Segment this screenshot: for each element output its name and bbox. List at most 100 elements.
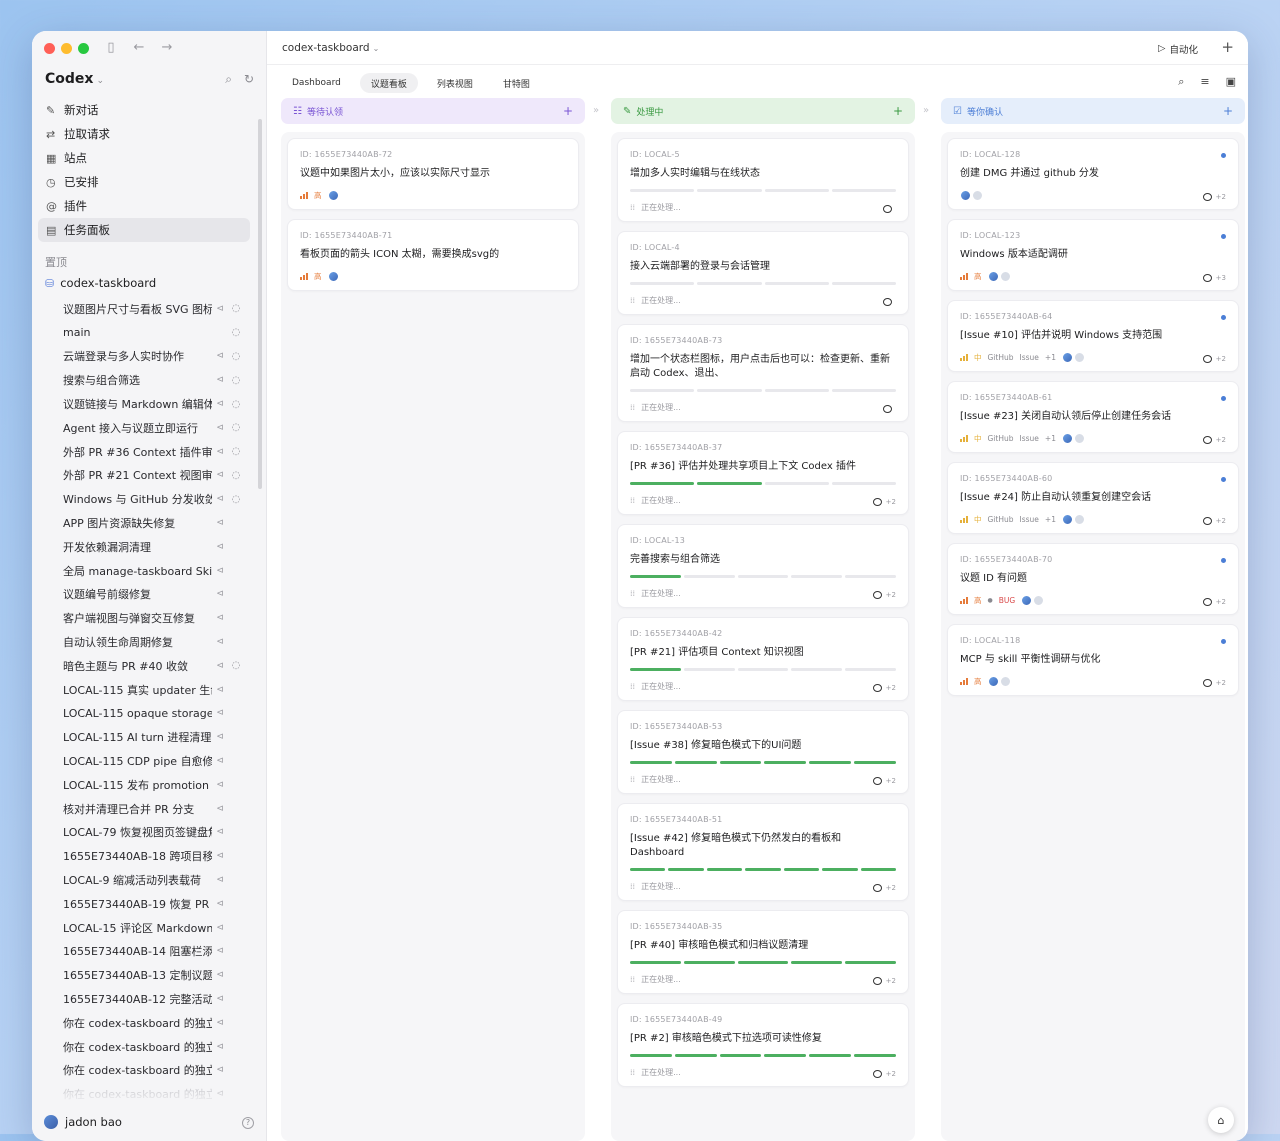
share-icon: ⊲	[216, 1041, 224, 1052]
thread-item[interactable]: Agent 接入与议题立即运行 ⊲ ◌	[38, 416, 250, 440]
minimize-window-button[interactable]	[61, 43, 72, 54]
repo-selector[interactable]: codex-taskboard ⌄	[282, 42, 379, 54]
sidebar-item-at[interactable]: @ 插件	[38, 194, 250, 218]
task-card[interactable]: ID: 1655E73440AB-37 [PR #36] 评估并处理共享项目上下文…	[617, 431, 909, 515]
project-item[interactable]: ⛁ codex-taskboard	[45, 276, 156, 290]
thread-item[interactable]: 自动认领生命周期修复 ⊲	[38, 630, 250, 654]
panel-toggle-icon[interactable]: ▣	[1226, 75, 1236, 89]
task-card[interactable]: ID: LOCAL-128 创建 DMG 并通过 github 分发 +2	[947, 138, 1239, 210]
thread-item[interactable]: 1655E73440AB-14 阻塞栏添加图标 ⊲	[38, 940, 250, 964]
sidebar-item-board[interactable]: ▤ 任务面板	[38, 218, 250, 242]
thread-item[interactable]: 全局 manage-taskboard Skill 安装 ⊲	[38, 559, 250, 583]
task-card[interactable]: ID: 1655E73440AB-72 议题中如果图片太小，应该以实际尺寸显示高	[287, 138, 579, 210]
automation-button[interactable]: ▷ 自动化	[1150, 39, 1206, 58]
tab-2[interactable]: 列表视图	[426, 73, 484, 93]
task-card[interactable]: ID: 1655E73440AB-53 [Issue #38] 修复暗色模式下的U…	[617, 710, 909, 794]
thread-item[interactable]: 客户端视图与弹窗交互修复 ⊲	[38, 606, 250, 630]
search-icon[interactable]: ⌕	[1178, 75, 1184, 89]
share-icon: ⊲	[216, 875, 224, 886]
thread-item[interactable]: 外部 PR #36 Context 插件审查 ⊲ ◌	[38, 440, 250, 464]
forward-arrow-icon[interactable]: →	[160, 40, 174, 55]
task-card[interactable]: ID: 1655E73440AB-71 看板页面的箭头 ICON 太糊，需要换成s…	[287, 219, 579, 291]
thread-item[interactable]: LOCAL-115 发布 promotion 修复 ⊲	[38, 773, 250, 797]
thread-item[interactable]: 你在 codex-taskboard 的独立 worktree ⊲	[38, 1035, 250, 1059]
tag: +1	[1044, 352, 1056, 362]
thread-item[interactable]: 外部 PR #21 Context 视图审查 ⊲ ◌	[38, 464, 250, 488]
task-card[interactable]: ID: 1655E73440AB-49 [PR #2] 审核暗色模式下拉选项可读性…	[617, 1003, 909, 1087]
search-icon[interactable]: ⌕	[225, 72, 232, 87]
task-card[interactable]: ID: LOCAL-118 MCP 与 skill 平衡性调研与优化高 +2	[947, 624, 1239, 696]
card-id: ID: 1655E73440AB-60	[960, 474, 1053, 483]
thread-item[interactable]: 1655E73440AB-12 完整活动记录 ⊲	[38, 987, 250, 1011]
thread-item[interactable]: 议题编号前缀修复 ⊲	[38, 583, 250, 607]
add-card-icon[interactable]: +	[1223, 104, 1233, 118]
comment-count-text: +2	[885, 977, 896, 985]
thread-item[interactable]: LOCAL-9 缩减活动列表载荷 ⊲	[38, 868, 250, 892]
thread-item[interactable]: LOCAL-115 CDP pipe 自愈修复 ⊲	[38, 749, 250, 773]
task-card[interactable]: ID: LOCAL-5 增加多人实时编辑与在线状态 ⁞⁞ 正在处理...	[617, 138, 909, 222]
tab-0[interactable]: Dashboard	[281, 73, 352, 93]
task-card[interactable]: ID: 1655E73440AB-35 [PR #40] 审核暗色模式和归档议题清…	[617, 910, 909, 994]
assignee-avatar	[1061, 513, 1073, 525]
sidebar-item-pull-request[interactable]: ⇄ 拉取请求	[38, 122, 250, 146]
share-icon: ⊲	[216, 756, 224, 767]
chat-float-button[interactable]: ⌂	[1208, 1107, 1234, 1133]
thread-item[interactable]: 1655E73440AB-13 定制议题下拉 ⊲	[38, 963, 250, 987]
sidebar-item-sites[interactable]: ▦ 站点	[38, 146, 250, 170]
thread-item[interactable]: LOCAL-115 AI turn 进程清理 ⊲	[38, 725, 250, 749]
close-window-button[interactable]	[44, 43, 55, 54]
thread-item[interactable]: 1655E73440AB-18 跨项目移动完善 ⊲	[38, 844, 250, 868]
thread-item[interactable]: 暗色主题与 PR #40 收敛 ⊲ ◌	[38, 654, 250, 678]
tab-3[interactable]: 甘特图	[492, 73, 541, 93]
new-thread-icon[interactable]: ↻	[244, 72, 254, 87]
task-card[interactable]: ID: 1655E73440AB-61 [Issue #23] 关闭自动认领后停止…	[947, 381, 1239, 453]
task-card[interactable]: ID: 1655E73440AB-42 [PR #21] 评估项目 Context…	[617, 617, 909, 701]
add-icon[interactable]: +	[1221, 38, 1234, 56]
thread-item[interactable]: 核对并清理已合并 PR 分支 ⊲	[38, 797, 250, 821]
thread-item[interactable]: LOCAL-115 真实 updater 生命周期 ⊲	[38, 678, 250, 702]
thread-title: 1655E73440AB-13 定制议题下拉	[63, 969, 212, 983]
thread-item[interactable]: Windows 与 GitHub 分发收敛 ⊲ ◌	[38, 487, 250, 511]
sidebar-item-label: 站点	[64, 151, 87, 165]
zoom-window-button[interactable]	[78, 43, 89, 54]
task-card[interactable]: ID: 1655E73440AB-51 [Issue #42] 修复暗色模式下仍然…	[617, 803, 909, 901]
task-card[interactable]: ID: LOCAL-123 Windows 版本适配调研高 +3	[947, 219, 1239, 291]
user-profile[interactable]: jadon bao	[44, 1115, 122, 1129]
priority-bars-icon	[960, 353, 968, 361]
filter-icon[interactable]: ≡	[1200, 75, 1209, 89]
tab-1[interactable]: 议题看板	[359, 73, 418, 93]
thread-item[interactable]: 议题链接与 Markdown 编辑体验 ⊲ ◌	[38, 392, 250, 416]
thread-item[interactable]: 议题图片尺寸与看板 SVG 图标 ⊲ ◌	[38, 297, 250, 321]
tag: GitHub	[987, 433, 1014, 443]
add-card-icon[interactable]: +	[893, 104, 903, 118]
task-card[interactable]: ID: LOCAL-13 完善搜索与组合筛选 ⁞⁞ 正在处理... +2	[617, 524, 909, 608]
help-icon[interactable]: ?	[242, 1117, 254, 1129]
sidebar-item-edit[interactable]: ✎ 新对话	[38, 98, 250, 122]
add-card-icon[interactable]: +	[563, 104, 573, 118]
sidebar-scrollbar[interactable]	[258, 119, 262, 489]
thread-item[interactable]: LOCAL-115 opaque storage 持久化 ⊲	[38, 702, 250, 726]
thread-item[interactable]: LOCAL-79 恢复视图页签键盘焦点 ⊲	[38, 821, 250, 845]
task-card[interactable]: ID: LOCAL-4 接入云端部署的登录与会话管理 ⁞⁞ 正在处理...	[617, 231, 909, 315]
thread-title: 云端登录与多人实时协作	[63, 350, 184, 364]
thread-item[interactable]: 你在 codex-taskboard 的独立 worktree ⊲	[38, 1011, 250, 1035]
column-status-icon: ☑	[953, 105, 962, 117]
back-arrow-icon[interactable]: ←	[132, 40, 146, 55]
thread-item[interactable]: 1655E73440AB-19 恢复 PR 完整性 ⊲	[38, 892, 250, 916]
thread-item[interactable]: APP 图片资源缺失修复 ⊲	[38, 511, 250, 535]
thread-item[interactable]: 云端登录与多人实时协作 ⊲ ◌	[38, 345, 250, 369]
thread-item[interactable]: 搜索与组合筛选 ⊲ ◌	[38, 368, 250, 392]
app-brand[interactable]: Codex ⌄	[45, 71, 104, 87]
toggle-sidebar-icon[interactable]: ▯	[104, 40, 118, 55]
sidebar-item-clock[interactable]: ◷ 已安排	[38, 170, 250, 194]
thread-item[interactable]: main ◌	[38, 321, 250, 345]
status-text: 正在处理...	[641, 203, 681, 212]
thread-item[interactable]: 开发依赖漏洞清理 ⊲	[38, 535, 250, 559]
card-title: [Issue #42] 修复暗色模式下仍然发白的看板和 Dashboard	[630, 833, 842, 858]
task-card[interactable]: ID: 1655E73440AB-60 [Issue #24] 防止自动认领重复创…	[947, 462, 1239, 534]
share-icon: ⊲	[216, 375, 224, 386]
thread-item[interactable]: LOCAL-15 评论区 Markdown ⊲	[38, 916, 250, 940]
task-card[interactable]: ID: 1655E73440AB-64 [Issue #10] 评估并说明 Win…	[947, 300, 1239, 372]
task-card[interactable]: ID: 1655E73440AB-70 议题 ID 有问题高 ● BUG +2	[947, 543, 1239, 615]
task-card[interactable]: ID: 1655E73440AB-73 增加一个状态栏图标，用户点击后也可以：检查…	[617, 324, 909, 422]
